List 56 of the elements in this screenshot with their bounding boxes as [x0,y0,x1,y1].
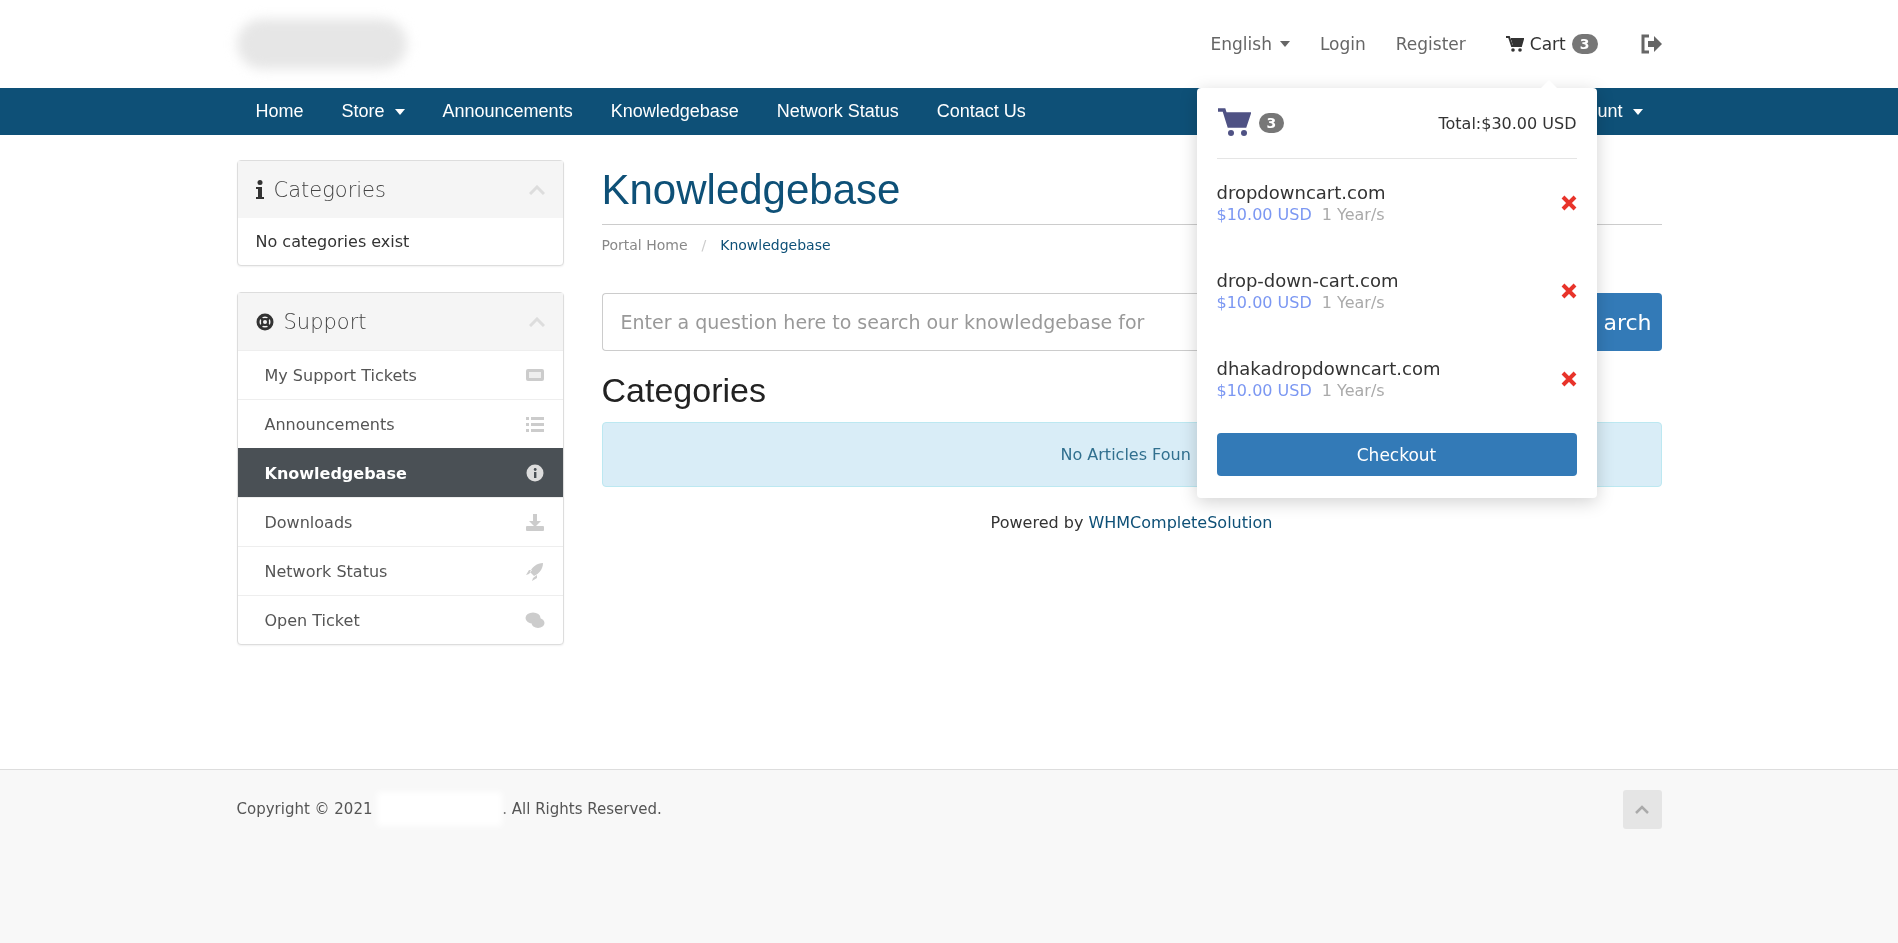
sidebar-item[interactable]: Downloads [237,497,563,546]
caret-icon [1279,41,1290,47]
remove-icon[interactable] [1560,371,1577,387]
remove-icon[interactable] [1560,283,1577,299]
breadcrumb-separator: / [701,237,707,253]
panel-title: Categories [273,177,386,202]
item-name: drop-down-cart.com [1216,270,1399,291]
checkout-button[interactable]: Checkout [1216,433,1577,476]
language-selector[interactable]: English [1210,34,1290,54]
item-term: 1 Year/s [1321,293,1385,312]
empty-message: No categories exist [254,231,411,253]
panel-title: Support [283,309,367,334]
count-badge: 3 [1258,113,1285,133]
item-name: dhakadropdowncart.com [1216,358,1441,379]
nav-item[interactable]: Store [322,101,424,122]
nav-item[interactable]: unt [1578,101,1662,122]
info-icon [255,180,264,199]
download-icon [524,512,545,532]
nav-item[interactable]: Home [236,101,323,122]
item-name: dropdowncart.com [1216,182,1386,203]
item-price: $10.00 USD [1216,293,1312,312]
item-term: 1 Year/s [1321,205,1385,224]
nav-item[interactable]: Contact Us [917,101,1045,122]
item-price: $10.00 USD [1216,381,1312,400]
nav-item[interactable]: Announcements [423,101,592,122]
sidebar-item[interactable]: Network Status [237,546,563,595]
section-title: Categories [601,371,766,410]
breadcrumb-link[interactable]: Knowledgebase [720,237,831,253]
info-icon [524,463,545,483]
sidebar-item[interactable]: Knowledgebase [237,448,563,497]
item-term: 1 Year/s [1321,381,1385,400]
header-link[interactable]: Register [1395,34,1466,54]
copyright-text: Copyright © 2021 . All Rights Reserved. [236,792,662,826]
cart-link[interactable]: Cart 3 [1505,34,1598,54]
breadcrumb-link[interactable]: Portal Home [601,237,688,253]
rocket-icon [524,561,545,581]
item-price: $10.00 USD [1216,205,1312,224]
chat-icon [524,610,545,630]
cart-icon [1505,35,1524,53]
chevron-up-icon [1635,804,1649,814]
logout-icon[interactable] [1639,34,1662,54]
sidebar-item[interactable]: Open Ticket [237,595,563,644]
remove-icon[interactable] [1560,195,1577,211]
search-button[interactable]: arch [1596,293,1662,351]
cart-icon [1216,108,1251,138]
nav-item[interactable]: Network Status [757,101,918,122]
header-link[interactable]: Login [1319,34,1366,54]
lifebuoy-icon [255,312,274,331]
powered-by-text: Powered by WHMCompleteSolution [989,513,1274,532]
sidebar-item[interactable]: My Support Tickets [237,350,563,399]
list-icon [524,414,545,434]
cart-total: Total:$30.00 USD [1438,113,1577,133]
nav-item[interactable]: Knowledgebase [591,101,758,122]
count-badge: 3 [1571,34,1598,54]
powered-by-link[interactable]: WHMCompleteSolution [1088,513,1273,532]
search-input[interactable]: Enter a question here to search our knowledgebase for [601,293,1197,351]
